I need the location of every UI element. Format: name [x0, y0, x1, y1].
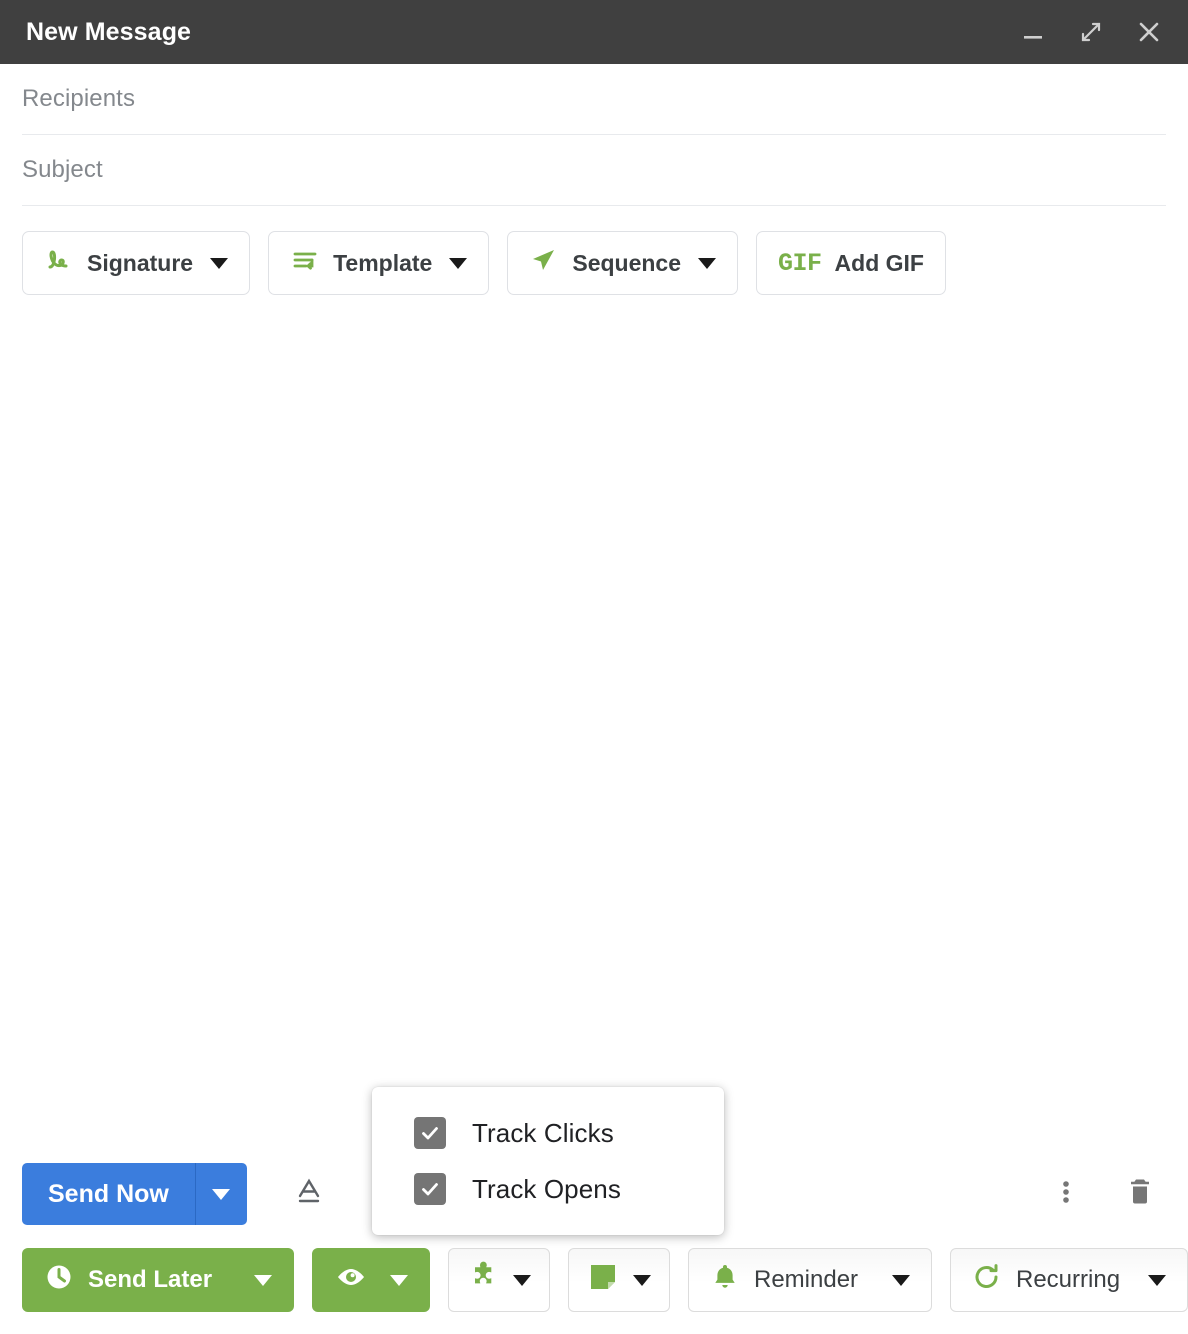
send-later-button[interactable]: Send Later [22, 1248, 294, 1312]
expand-button[interactable] [1074, 15, 1108, 49]
bell-icon [710, 1262, 740, 1299]
template-button[interactable]: Template [268, 231, 490, 295]
sticky-note-icon [587, 1261, 619, 1300]
window-titlebar: New Message [0, 0, 1188, 64]
recurring-icon [972, 1262, 1002, 1299]
send-split-button: Send Now [22, 1163, 247, 1225]
message-body[interactable] [0, 295, 1188, 1158]
chevron-down-icon [212, 1188, 231, 1200]
subject-placeholder: Subject [22, 156, 103, 183]
recipients-field[interactable]: Recipients [22, 64, 1166, 135]
track-opens-checkbox[interactable] [414, 1173, 446, 1205]
subject-field[interactable]: Subject [22, 135, 1166, 206]
tracking-button[interactable] [312, 1248, 430, 1312]
sequence-button[interactable]: Sequence [507, 231, 739, 295]
menu-item-track-opens[interactable]: Track Opens [372, 1161, 724, 1217]
new-message-window: New Message Recipients Subject Signature… [0, 0, 1188, 1334]
chevron-down-icon[interactable] [390, 1274, 408, 1286]
more-options-icon [1051, 1177, 1081, 1212]
chevron-down-icon[interactable] [1148, 1274, 1167, 1286]
reminder-button[interactable]: Reminder [688, 1248, 932, 1312]
menu-item-track-clicks[interactable]: Track Clicks [372, 1105, 724, 1161]
minimize-icon [1020, 19, 1046, 45]
eye-icon [334, 1262, 368, 1299]
signature-icon [44, 245, 74, 281]
close-button[interactable] [1132, 15, 1166, 49]
window-title: New Message [26, 17, 192, 46]
chevron-down-icon[interactable] [449, 257, 468, 269]
track-opens-label: Track Opens [472, 1173, 621, 1204]
chevron-down-icon[interactable] [892, 1274, 910, 1286]
chevron-down-icon[interactable] [254, 1274, 272, 1286]
recurring-button[interactable]: Recurring [950, 1248, 1188, 1312]
text-format-icon [292, 1175, 326, 1214]
send-now-button[interactable]: Send Now [22, 1163, 195, 1225]
delete-draft-button[interactable] [1114, 1168, 1166, 1220]
recipients-placeholder: Recipients [22, 85, 136, 112]
reminder-label: Reminder [754, 1266, 859, 1293]
track-clicks-label: Track Clicks [472, 1117, 614, 1148]
expand-icon [1078, 19, 1104, 45]
minimize-button[interactable] [1016, 15, 1050, 49]
extensions-button[interactable] [448, 1248, 550, 1312]
sequence-label: Sequence [572, 249, 682, 276]
text-format-button[interactable] [283, 1168, 335, 1220]
send-later-label: Send Later [88, 1266, 213, 1293]
send-options-button[interactable] [194, 1163, 247, 1225]
sequence-icon [529, 245, 559, 281]
add-gif-label: Add GIF [834, 249, 924, 276]
compose-toolbar: Signature Template Sequence GIF Add GIF [0, 206, 1188, 295]
close-icon [1135, 18, 1163, 46]
chevron-down-icon[interactable] [633, 1274, 651, 1286]
recurring-label: Recurring [1016, 1266, 1121, 1293]
chevron-down-icon[interactable] [513, 1274, 531, 1286]
puzzle-icon [467, 1261, 499, 1300]
add-gif-button[interactable]: GIF Add GIF [756, 231, 946, 295]
clock-icon [44, 1262, 74, 1299]
chevron-down-icon[interactable] [698, 257, 717, 269]
tools-row: Send Later Reminder Recurring [0, 1230, 1188, 1334]
tracking-options-popup: Track Clicks Track Opens [372, 1087, 724, 1235]
template-icon [290, 245, 320, 281]
trash-icon [1123, 1175, 1157, 1214]
track-clicks-checkbox[interactable] [414, 1117, 446, 1149]
notes-button[interactable] [568, 1248, 670, 1312]
signature-label: Signature [87, 249, 194, 276]
signature-button[interactable]: Signature [22, 231, 251, 295]
gif-icon: GIF [778, 248, 822, 278]
chevron-down-icon[interactable] [210, 257, 229, 269]
more-options-button[interactable] [1040, 1168, 1092, 1220]
window-controls [1016, 15, 1166, 49]
template-label: Template [333, 249, 433, 276]
